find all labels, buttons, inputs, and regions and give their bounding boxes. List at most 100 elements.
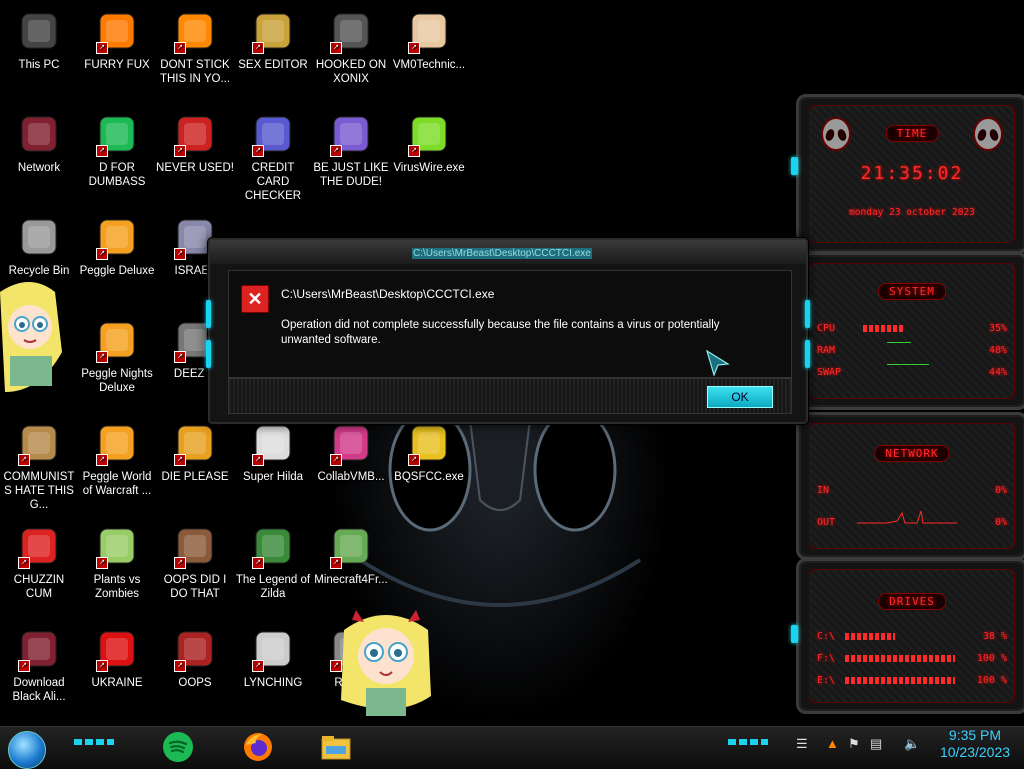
- shortcut-arrow-icon: ↗: [96, 557, 108, 569]
- desktop-icon[interactable]: ↗ Peggle Nights Deluxe: [78, 309, 156, 395]
- desktop-icon[interactable]: ↗ UKRAINE: [78, 618, 156, 690]
- system-row-value: 48%: [988, 345, 1007, 356]
- desktop-icon-label: CollabVMB...: [317, 471, 385, 483]
- desktop-icon[interactable]: ↗ OOPS DID I DO THAT: [156, 515, 234, 601]
- time-gadget-title: TIME: [885, 125, 939, 142]
- shortcut-arrow-icon: ↗: [174, 557, 186, 569]
- desktop-icon[interactable]: ↗ COMMUNISTS HATE THIS G...: [0, 412, 78, 512]
- desktop-icon[interactable]: ↗ Plants vs Zombies: [78, 515, 156, 601]
- desktop-icon[interactable]: ↗ CHUZZIN CUM: [0, 515, 78, 601]
- ok-button[interactable]: OK: [707, 386, 773, 408]
- desktop-icon-label: NEVER USED!: [156, 162, 234, 174]
- shortcut-arrow-icon: ↗: [252, 660, 264, 672]
- dialog-glow-right: [805, 340, 810, 368]
- desktop-icon[interactable]: ↗ NEVER USED!: [156, 103, 234, 175]
- desktop-icon[interactable]: ↗ CREDIT CARD CHECKER: [234, 103, 312, 203]
- network-icon[interactable]: ▤: [870, 736, 882, 752]
- volume-icon[interactable]: 🔈: [904, 736, 920, 752]
- desktop-icon[interactable]: ↗ VirusWire.exe: [390, 103, 468, 175]
- cpu-bar: [863, 325, 903, 332]
- desktop-icon[interactable]: ↗ BE JUST LIKE THE DUDE!: [312, 103, 390, 189]
- desktop-icon[interactable]: ↗ Peggle World of Warcraft ...: [78, 412, 156, 498]
- drive-row-label: C:\: [817, 631, 836, 642]
- desktop-icon-label: SEX EDITOR: [238, 59, 308, 71]
- desktop-icon-label: COMMUNISTS HATE THIS G...: [3, 471, 75, 511]
- shortcut-arrow-icon: ↗: [174, 660, 186, 672]
- desktop-icon-label: Super Hilda: [242, 471, 304, 483]
- desktop-icon[interactable]: ↗ LYNCHING: [234, 618, 312, 690]
- radiation-icon: ↗: [94, 626, 140, 672]
- spotify-icon[interactable]: [162, 731, 194, 763]
- alien-ware-icon: ↗: [16, 626, 62, 672]
- technician-icon: ↗: [406, 8, 452, 54]
- gadget-time: 21:35:02: [860, 163, 964, 184]
- desktop-icon[interactable]: ↗ FURRY FUX: [78, 0, 156, 72]
- desktop-icon[interactable]: ↗ D FOR DUMBASS: [78, 103, 156, 189]
- desktop-icon-label: HOOKED ON XONIX: [315, 59, 387, 85]
- taskbar-clock[interactable]: 9:35 PM 10/23/2023: [930, 727, 1020, 761]
- sticky-icon[interactable]: ▲: [826, 736, 839, 751]
- desktop-icon[interactable]: ↗ DONT STICK THIS IN YO...: [156, 0, 234, 86]
- desktop-icon[interactable]: ↗ SEX EDITOR: [234, 0, 312, 72]
- desktop-icon-label: OOPS: [178, 677, 212, 689]
- desktop-icon-label: CHUZZIN CUM: [13, 574, 65, 600]
- pvz-icon: ↗: [94, 523, 140, 569]
- system-gadget[interactable]: SYSTEM CPU 35% RAM 48% SWAP 44%: [791, 252, 1024, 410]
- portrait-icon: ↗: [172, 523, 218, 569]
- drives-gadget[interactable]: DRIVES C:\ 38 % F:\ 100 % E:\ 100 %: [791, 558, 1024, 714]
- shortcut-arrow-icon: ↗: [252, 557, 264, 569]
- taskbar-accent-right: [728, 739, 768, 745]
- peggle-icon: ↗: [94, 420, 140, 466]
- drive-row-label: E:\: [817, 675, 836, 686]
- dialog-titlebar[interactable]: C:\Users\MrBeast\Desktop\CCCTCI.exe: [210, 240, 806, 264]
- start-button[interactable]: [8, 731, 46, 769]
- peggle-icon: ↗: [94, 214, 140, 260]
- time-gadget[interactable]: TIME 21:35:02 monday 23 october 2023: [791, 94, 1024, 254]
- system-row-label: CPU: [817, 323, 836, 334]
- desktop-icon[interactable]: This PC: [0, 0, 78, 72]
- xonix-game-icon: ↗: [328, 8, 374, 54]
- drive-row-value: 38 %: [982, 631, 1007, 642]
- desktop-icon-label: D FOR DUMBASS: [88, 162, 146, 188]
- padlock-icon: ↗: [406, 420, 452, 466]
- desktop-icon[interactable]: Recycle Bin: [0, 206, 78, 278]
- system-gadget-title: SYSTEM: [878, 283, 946, 300]
- desktop-icon[interactable]: ↗ VM0Technic...: [390, 0, 468, 72]
- minecraft-icon: ↗: [328, 523, 374, 569]
- desktop-icon[interactable]: Network: [0, 103, 78, 175]
- desktop-icon[interactable]: ↗ Download Black Ali...: [0, 618, 78, 704]
- desktop-icon-label: Network: [17, 162, 61, 174]
- desktop-icon-label: VirusWire.exe: [393, 162, 465, 174]
- file-explorer-icon[interactable]: [320, 731, 352, 763]
- network-gadget-panel: [809, 423, 1015, 549]
- desktop-icon[interactable]: ↗ HOOKED ON XONIX: [312, 0, 390, 86]
- shortcut-arrow-icon: ↗: [96, 42, 108, 54]
- firefox-icon[interactable]: [242, 731, 274, 763]
- hxd-editor-icon: ↗: [250, 8, 296, 54]
- action-center-icon[interactable]: ☰: [796, 736, 808, 752]
- network-gadget[interactable]: NETWORK IN 0% OUT 0%: [796, 412, 1024, 560]
- shortcut-arrow-icon: ↗: [252, 454, 264, 466]
- flag-icon[interactable]: ⚑: [848, 736, 860, 752]
- alien-head-icon: [821, 117, 851, 151]
- zelda-icon: ↗: [250, 523, 296, 569]
- desktop-icon[interactable]: ↗ Peggle Deluxe: [78, 206, 156, 278]
- desktop-icon[interactable]: ↗ Minecraft4Fr...: [312, 515, 390, 587]
- desktop-icon-label: OOPS DID I DO THAT: [163, 574, 227, 600]
- desktop-icon-label: DONT STICK THIS IN YO...: [159, 59, 231, 85]
- network-row-label: IN: [817, 485, 830, 496]
- alien-head-icon: [973, 117, 1003, 151]
- desktop-icon[interactable]: ↗ OOPS: [156, 618, 234, 690]
- limewire-icon: ↗: [406, 111, 452, 157]
- system-row-value: 35%: [988, 323, 1007, 334]
- desktop-icon-label: FURRY FUX: [84, 59, 150, 71]
- desktop-icon[interactable]: ↗ The Legend of Zilda: [234, 515, 312, 601]
- lynch-icon: ↗: [250, 626, 296, 672]
- desktop-icon-label: Plants vs Zombies: [93, 574, 141, 600]
- desktop-icon-label: Peggle Deluxe: [79, 265, 155, 277]
- shortcut-arrow-icon: ↗: [252, 42, 264, 54]
- network-alien-icon: [16, 111, 62, 157]
- shortcut-arrow-icon: ↗: [18, 557, 30, 569]
- drive-bar: [845, 655, 955, 662]
- shortcut-arrow-icon: ↗: [96, 248, 108, 260]
